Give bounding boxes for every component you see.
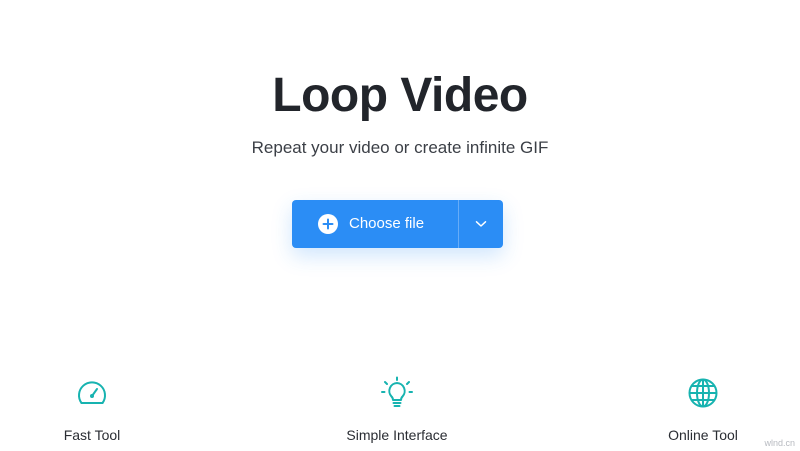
feature-online-tool: Online Tool: [643, 376, 763, 444]
feature-label: Simple Interface: [346, 427, 448, 443]
feature-simple-interface: Simple Interface: [322, 376, 472, 444]
chevron-down-icon: [475, 215, 487, 233]
lightbulb-icon: [380, 376, 414, 410]
choose-file-button-group: Choose file: [292, 200, 503, 248]
globe-icon: [686, 376, 720, 410]
upload-options-dropdown[interactable]: [459, 200, 503, 248]
page: Loop Video Repeat your video or create i…: [0, 0, 800, 451]
feature-label: Online Tool: [668, 427, 738, 443]
feature-fast-tool: Fast Tool: [32, 376, 152, 444]
feature-label: Fast Tool: [63, 427, 121, 443]
choose-file-button[interactable]: Choose file: [292, 200, 458, 248]
speedometer-icon: [75, 376, 109, 410]
page-title: Loop Video: [272, 69, 528, 122]
plus-circle-icon: [318, 214, 338, 234]
page-subtitle: Repeat your video or create infinite GIF: [251, 138, 549, 157]
watermark: wlnd.cn: [764, 438, 795, 448]
choose-file-label: Choose file: [349, 215, 425, 232]
